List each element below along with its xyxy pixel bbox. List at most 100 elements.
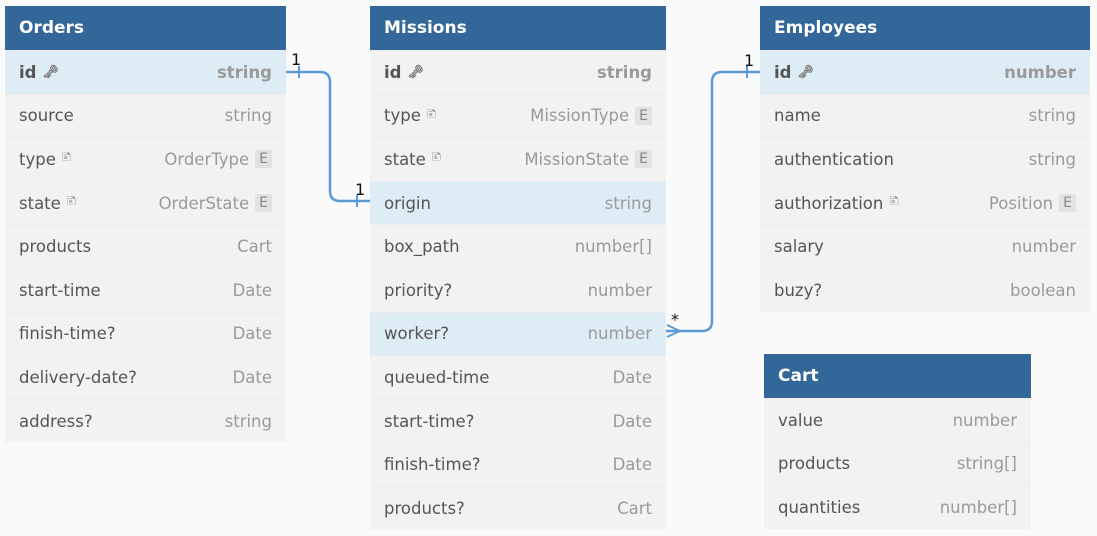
field-name: state	[384, 149, 426, 169]
field-row[interactable]: origin string	[370, 180, 666, 225]
field-type: MissionType	[530, 106, 630, 126]
note-icon[interactable]: 🗈︎	[62, 148, 72, 170]
field-name: start-time	[19, 280, 101, 300]
field-type: string	[224, 411, 272, 431]
field-type: number	[587, 280, 652, 300]
enum-badge: E	[1059, 194, 1076, 213]
field-row[interactable]: products? Cart	[370, 485, 666, 530]
field-name: priority?	[384, 280, 453, 300]
field-name: products	[19, 237, 92, 257]
field-type: string	[596, 62, 652, 82]
enum-badge: E	[635, 106, 652, 125]
field-row[interactable]: box_path number[]	[370, 224, 666, 268]
field-type: number	[1004, 62, 1076, 82]
field-name: worker?	[384, 324, 450, 344]
field-row[interactable]: address? string	[5, 398, 286, 443]
field-row[interactable]: source string	[5, 93, 286, 138]
field-type: string[]	[956, 454, 1017, 474]
field-name: quantities	[778, 497, 861, 517]
cardinality-label: 1	[744, 51, 755, 70]
field-row[interactable]: quantities number[]	[764, 485, 1031, 529]
table-header[interactable]: Cart	[764, 354, 1031, 398]
table-missions[interactable]: Missions id 🗝︎ string type 🗈︎ MissionType Estat…	[370, 6, 666, 530]
field-row[interactable]: id 🗝︎ string	[5, 50, 286, 94]
note-icon[interactable]: 🗈︎	[432, 148, 442, 170]
field-name: start-time?	[384, 411, 475, 431]
field-name: queued-time	[384, 367, 490, 387]
field-row[interactable]: salary number	[760, 224, 1090, 268]
field-type: Date	[612, 411, 652, 431]
field-type: Position	[988, 193, 1054, 213]
field-type: string	[1028, 149, 1076, 169]
cardinality-label: 1	[355, 180, 366, 199]
field-type: OrderType	[164, 149, 250, 169]
field-name: name	[774, 106, 821, 126]
field-row[interactable]: products string[]	[764, 441, 1031, 486]
field-name: box_path	[384, 237, 460, 257]
table-employees[interactable]: Employees id 🗝︎ number name string authenticat…	[760, 6, 1090, 312]
field-row[interactable]: start-time Date	[5, 267, 286, 312]
field-row[interactable]: products Cart	[5, 224, 286, 268]
enum-badge: E	[255, 150, 272, 169]
field-row[interactable]: worker? number	[370, 311, 666, 356]
field-type: string	[216, 62, 272, 82]
field-row[interactable]: id 🗝︎ number	[760, 50, 1090, 94]
key-icon: 🗝︎	[797, 64, 814, 80]
field-type: number	[587, 324, 652, 344]
field-row[interactable]: value number	[764, 398, 1031, 442]
field-name: products	[778, 454, 851, 474]
field-name: id	[384, 62, 402, 82]
field-row[interactable]: buzy? boolean	[760, 267, 1090, 312]
cardinality-label: *	[671, 310, 679, 329]
field-row[interactable]: type 🗈︎ MissionType E	[370, 93, 666, 138]
table-header[interactable]: Orders	[5, 6, 286, 50]
field-row[interactable]: authorization 🗈︎ Position E	[760, 180, 1090, 225]
field-row[interactable]: name string	[760, 93, 1090, 138]
enum-badge: E	[255, 194, 272, 213]
table-header[interactable]: Employees	[760, 6, 1090, 50]
field-type: number[]	[939, 497, 1017, 517]
field-type: Date	[232, 367, 272, 387]
field-name: origin	[384, 193, 431, 213]
field-type: string	[1028, 106, 1076, 126]
field-row[interactable]: type 🗈︎ OrderType E	[5, 137, 286, 181]
note-icon[interactable]: 🗈︎	[889, 192, 899, 214]
table-orders[interactable]: Orders id 🗝︎ string source string type 🗈︎ OrderT…	[5, 6, 286, 443]
field-type: string	[604, 193, 652, 213]
cardinality-label: 1	[291, 50, 302, 69]
field-type: Date	[612, 455, 652, 475]
field-row[interactable]: priority? number	[370, 267, 666, 312]
key-icon: 🗝︎	[42, 64, 59, 80]
field-name: type	[384, 106, 421, 126]
field-name: authorization	[774, 193, 884, 213]
field-name: address?	[19, 411, 93, 431]
field-type: string	[224, 106, 272, 126]
field-name: value	[778, 410, 824, 430]
field-type: MissionState	[524, 149, 630, 169]
field-type: number[]	[574, 237, 652, 257]
field-row[interactable]: queued-time Date	[370, 355, 666, 399]
table-header[interactable]: Missions	[370, 6, 666, 50]
field-name: source	[19, 106, 74, 126]
field-name: buzy?	[774, 280, 823, 300]
field-row[interactable]: finish-time? Date	[370, 442, 666, 486]
field-row[interactable]: state 🗈︎ OrderState E	[5, 180, 286, 225]
field-row[interactable]: finish-time? Date	[5, 311, 286, 356]
table-cart[interactable]: Cart value number products string[] quantitie…	[764, 354, 1031, 529]
field-name: authentication	[774, 149, 894, 169]
field-name: state	[19, 193, 61, 213]
note-icon[interactable]: 🗈︎	[427, 105, 437, 127]
field-name: id	[19, 62, 37, 82]
field-row[interactable]: authentication string	[760, 137, 1090, 181]
field-name: id	[774, 62, 792, 82]
field-name: finish-time?	[384, 455, 481, 475]
field-name: delivery-date?	[19, 367, 137, 387]
relation-missions-employees[interactable]	[666, 70, 760, 333]
field-row[interactable]: start-time? Date	[370, 398, 666, 443]
field-name: finish-time?	[19, 324, 116, 344]
note-icon[interactable]: 🗈︎	[67, 192, 77, 214]
field-row[interactable]: id 🗝︎ string	[370, 50, 666, 94]
field-row[interactable]: delivery-date? Date	[5, 355, 286, 399]
field-type: Cart	[617, 498, 652, 518]
field-row[interactable]: state 🗈︎ MissionState E	[370, 137, 666, 181]
